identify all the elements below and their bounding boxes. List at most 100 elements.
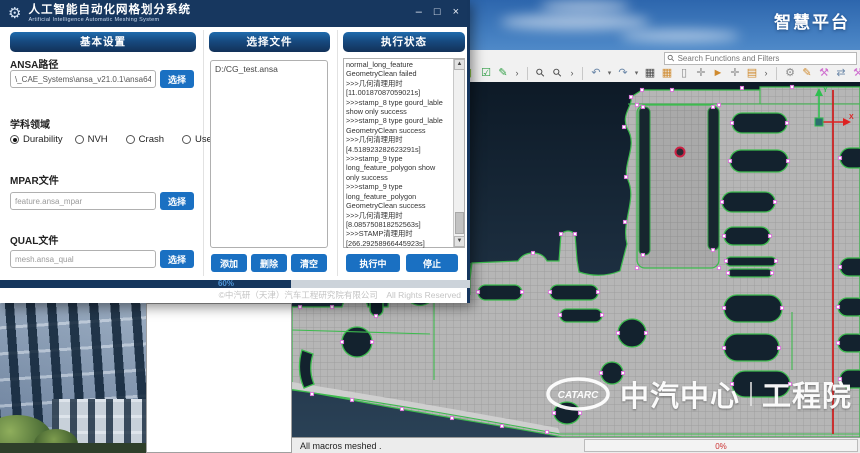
column-divider	[337, 30, 338, 276]
section-header-files: 选择文件	[209, 32, 330, 52]
logo-divider	[750, 382, 752, 406]
radio-dot	[75, 135, 84, 144]
running-button[interactable]: 执行中	[346, 254, 400, 272]
selected-node-marker	[676, 148, 685, 157]
dialog-logo-icon: ⚙	[8, 6, 21, 21]
domain-radio-group: Durability NVH Crash User	[10, 134, 215, 145]
progress-percent: 60%	[206, 279, 246, 288]
catarc-logo-text-cn2: 工程院	[762, 373, 852, 415]
search-box[interactable]: ⚲	[664, 52, 857, 65]
axis-x-label: X	[849, 114, 854, 121]
file-list[interactable]: D:/CG_test.ansa	[210, 60, 328, 248]
radio-durability[interactable]: Durability	[10, 134, 63, 145]
platform-title: 智慧平台	[774, 8, 850, 33]
scroll-thumb[interactable]	[455, 212, 464, 234]
progress-bar: 60%	[0, 280, 470, 288]
mpar-select-button[interactable]: 选择	[160, 192, 194, 210]
section-header-basic: 基本设置	[10, 32, 196, 52]
scroll-up-icon[interactable]: ▲	[454, 59, 465, 70]
toolbar-separator	[527, 67, 528, 80]
stop-button[interactable]: 停止	[406, 254, 458, 272]
qual-input[interactable]	[10, 250, 156, 268]
screen: 智慧平台 ⚲ ▮ ☑ ✎ › ⚲ ⚲ › ↶ ▾ ↷ ▾ ▦ ▦	[0, 0, 860, 453]
close-button[interactable]: ×	[453, 5, 459, 19]
search-icon: ⚲	[666, 53, 677, 64]
side-list-panel[interactable]	[146, 303, 292, 453]
zoom-icon[interactable]: ⚲	[551, 66, 565, 81]
checkbox-checked-icon[interactable]: ☑	[479, 66, 493, 81]
ansa-path-label: ANSA路径	[10, 56, 58, 71]
film-strip-icon[interactable]: ▦	[643, 66, 657, 81]
search-input[interactable]	[678, 54, 853, 63]
toolbar-separator	[776, 67, 777, 80]
minimize-button[interactable]: –	[416, 5, 422, 19]
swap-arrows-icon[interactable]: ⇄	[834, 66, 848, 81]
chevron-expand-icon[interactable]: ›	[762, 66, 770, 81]
table-list-icon[interactable]: ▤	[745, 66, 759, 81]
edit-form-icon[interactable]: ✎	[800, 66, 814, 81]
radio-dot	[126, 135, 135, 144]
trash-icon[interactable]: ▯	[677, 66, 691, 81]
mpar-label: MPAR文件	[10, 172, 59, 187]
undo-icon[interactable]: ↶	[589, 66, 603, 81]
radio-nvh[interactable]: NVH	[75, 134, 108, 145]
mpar-input[interactable]	[10, 192, 156, 210]
maximize-button[interactable]: □	[434, 5, 441, 19]
delete-button[interactable]: 删除	[251, 254, 287, 272]
move-arrows-icon[interactable]: ✛	[694, 66, 708, 81]
cloud-shape	[620, 30, 740, 42]
file-list-item[interactable]: D:/CG_test.ansa	[215, 64, 323, 74]
toolbar-separator	[582, 67, 583, 80]
catarc-logo-text-cn: 中汽中心	[620, 373, 740, 415]
shrub	[0, 443, 146, 453]
log-scrollbar[interactable]: ▲ ▼	[453, 59, 464, 247]
catarc-logo-mark: CATARC	[546, 376, 610, 412]
pan-arrows-icon[interactable]: ✛	[728, 66, 742, 81]
desktop-wallpaper-building	[0, 303, 146, 453]
ansa-path-select-button[interactable]: 选择	[160, 70, 194, 88]
qual-select-button[interactable]: 选择	[160, 250, 194, 268]
vertical-slot	[708, 107, 719, 250]
wrench-icon[interactable]: ⚙	[783, 66, 797, 81]
ansa-path-input[interactable]	[10, 70, 156, 88]
dialog-footer: ©中汽研（天津）汽车工程研究院有限公司 All Rights Reserved	[0, 288, 467, 303]
spray-tool-icon[interactable]: ⚒	[851, 66, 860, 81]
chevron-expand-icon[interactable]: ›	[568, 66, 576, 81]
dialog-title: 人工智能自动化网格划分系统	[28, 4, 191, 17]
jack-tool-icon[interactable]: ⚒	[817, 66, 831, 81]
frames-icon[interactable]: ▦	[660, 66, 674, 81]
chevron-expand-icon[interactable]: ›	[513, 66, 521, 81]
cloud-shape	[500, 14, 650, 30]
zoom-region-icon[interactable]: ⚲	[534, 66, 548, 81]
qual-label: QUAL文件	[10, 232, 58, 247]
status-progress: 0%	[584, 439, 858, 452]
catarc-logo: CATARC 中汽中心 工程院	[546, 373, 852, 415]
radio-crash[interactable]: Crash	[126, 134, 164, 145]
status-message: All macros meshed .	[300, 441, 382, 451]
vertical-slot	[639, 107, 650, 255]
bell-icon[interactable]: ►	[711, 66, 725, 81]
svg-text:CATARC: CATARC	[558, 390, 600, 401]
undo-dropdown-icon[interactable]: ▾	[606, 66, 613, 81]
log-text: normal_long_feature GeometryClean failed…	[346, 60, 452, 248]
redo-dropdown-icon[interactable]: ▾	[633, 66, 640, 81]
ansa-toolbar: ▮ ☑ ✎ › ⚲ ⚲ › ↶ ▾ ↷ ▾ ▦ ▦ ▯ ✛ ► ✛ ▤ › ⚙ …	[462, 65, 860, 82]
radio-dot	[182, 135, 191, 144]
section-header-status: 执行状态	[343, 32, 465, 52]
add-button[interactable]: 添加	[211, 254, 247, 272]
ansa-statusbar: All macros meshed . 0%	[292, 437, 860, 453]
redo-icon[interactable]: ↷	[616, 66, 630, 81]
radio-dot	[10, 135, 19, 144]
meshing-dialog: ⚙ 人工智能自动化网格划分系统 Artificial Intelligence …	[0, 0, 470, 303]
execution-log[interactable]: normal_long_feature GeometryClean failed…	[343, 58, 465, 248]
pencil-icon[interactable]: ✎	[496, 66, 510, 81]
domain-label: 学科领域	[10, 116, 50, 131]
column-divider	[203, 30, 204, 276]
scroll-down-icon[interactable]: ▼	[454, 236, 465, 247]
dialog-subtitle: Artificial Intelligence Automatic Meshin…	[28, 17, 191, 23]
dialog-titlebar[interactable]: ⚙ 人工智能自动化网格划分系统 Artificial Intelligence …	[0, 0, 467, 27]
axis-y-label: Y	[823, 87, 828, 94]
progress-fill	[0, 280, 291, 288]
clear-button[interactable]: 清空	[291, 254, 327, 272]
cloud-shape	[540, 0, 630, 12]
